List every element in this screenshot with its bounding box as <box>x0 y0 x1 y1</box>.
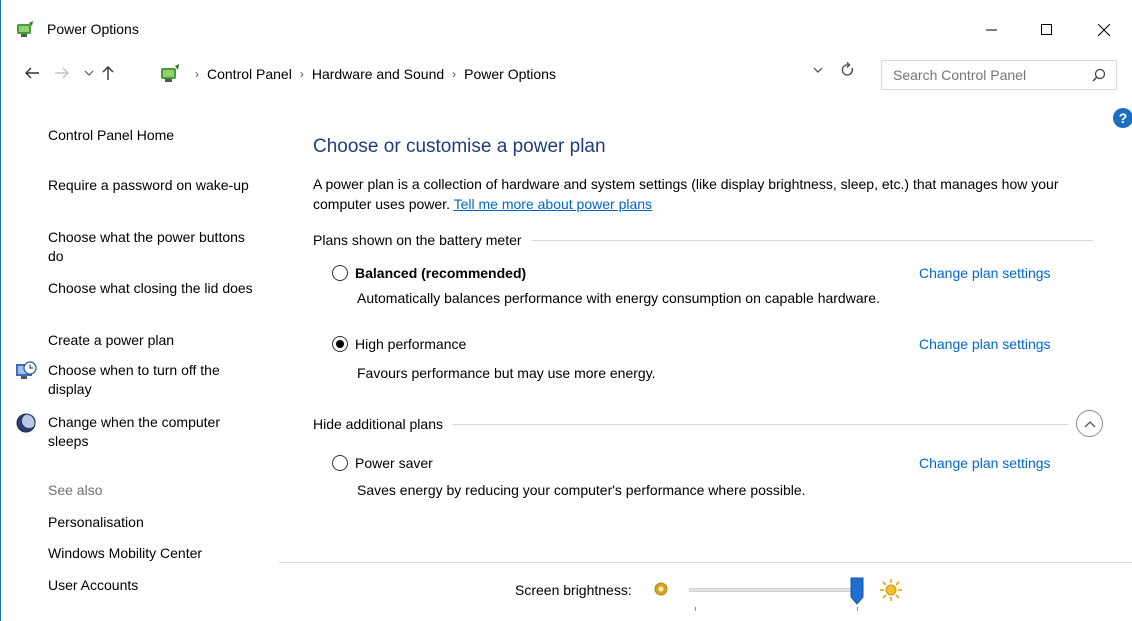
sleep-moon-icon <box>16 413 36 433</box>
bright-sun-icon <box>880 579 902 601</box>
address-row: › Control Panel › Hardware and Sound › P… <box>1 56 1132 92</box>
chevron-right-icon: › <box>299 67 304 81</box>
change-plan-settings-high-performance[interactable]: Change plan settings <box>919 336 1051 352</box>
window-title: Power Options <box>47 21 139 37</box>
collapse-plans-button[interactable] <box>1076 410 1103 437</box>
section-heading: Plans shown on the battery meter <box>313 232 522 248</box>
maximize-button[interactable] <box>1024 12 1070 48</box>
breadcrumb-hardware-and-sound[interactable]: Hardware and Sound <box>312 66 444 82</box>
mobility-center-link[interactable]: Windows Mobility Center <box>48 544 263 563</box>
slider-tick <box>857 607 858 611</box>
refresh-icon <box>841 62 854 76</box>
plan-description-power-saver: Saves energy by reducing your computer's… <box>357 482 806 498</box>
search-box[interactable] <box>881 60 1117 90</box>
page-description: A power plan is a collection of hardware… <box>313 174 1103 214</box>
back-arrow-icon <box>25 67 39 79</box>
slider-tick <box>695 607 696 611</box>
plan-name-high-performance[interactable]: High performance <box>355 336 466 352</box>
forward-arrow-icon <box>55 67 69 79</box>
brightness-bar: Screen brightness: <box>279 562 1132 621</box>
address-bar[interactable]: › Control Panel › Hardware and Sound › P… <box>153 59 869 89</box>
power-options-window: Power Options › Control Panel › Hardware… <box>0 0 1132 621</box>
close-button[interactable] <box>1081 12 1127 48</box>
title-bar: Power Options <box>1 0 1132 48</box>
page-title: Choose or customise a power plan <box>313 136 606 157</box>
brightness-slider[interactable] <box>689 588 859 592</box>
help-icon[interactable]: ? <box>1113 108 1132 128</box>
dim-brightness-icon <box>654 582 668 596</box>
maximize-icon <box>1041 24 1052 35</box>
close-icon <box>1098 24 1110 36</box>
require-password-link[interactable]: Require a password on wake-up <box>48 176 263 195</box>
additional-plans-section-header: Hide additional plans <box>313 416 1068 432</box>
radio-high-performance[interactable] <box>332 336 348 352</box>
turn-off-display-link[interactable]: Choose when to turn off the display <box>48 361 263 399</box>
radio-power-saver[interactable] <box>332 455 348 471</box>
plan-description-high-performance: Favours performance but may use more ene… <box>357 365 656 381</box>
forward-button[interactable] <box>51 62 73 84</box>
up-arrow-icon <box>102 66 114 80</box>
divider <box>452 423 1068 425</box>
search-icon <box>1092 68 1106 82</box>
learn-more-link[interactable]: Tell me more about power plans <box>454 196 652 212</box>
closing-lid-link[interactable]: Choose what closing the lid does <box>48 279 263 298</box>
search-input[interactable] <box>893 67 1073 83</box>
refresh-button[interactable] <box>841 62 855 82</box>
address-dropdown-button[interactable] <box>813 66 823 77</box>
change-plan-settings-balanced[interactable]: Change plan settings <box>919 265 1051 281</box>
control-panel-icon <box>161 64 179 82</box>
description-text: A power plan is a collection of hardware… <box>313 176 1059 212</box>
display-timer-icon <box>16 361 37 379</box>
breadcrumb-control-panel[interactable]: Control Panel <box>207 66 292 82</box>
section-heading: Hide additional plans <box>313 416 443 432</box>
change-plan-settings-power-saver[interactable]: Change plan settings <box>919 455 1051 471</box>
plan-description-balanced: Automatically balances performance with … <box>357 290 880 306</box>
minimize-icon <box>986 29 997 31</box>
control-panel-home-link[interactable]: Control Panel Home <box>48 126 263 145</box>
power-options-icon <box>17 21 33 37</box>
computer-sleeps-link[interactable]: Change when the computer sleeps <box>48 413 263 451</box>
plan-name-balanced[interactable]: Balanced (recommended) <box>355 265 526 281</box>
chevron-right-icon: › <box>452 67 457 81</box>
radio-balanced[interactable] <box>332 265 348 281</box>
chevron-up-icon <box>1084 420 1095 427</box>
power-buttons-link[interactable]: Choose what the power buttons do <box>48 228 263 266</box>
screen-brightness-label: Screen brightness: <box>515 582 632 598</box>
up-button[interactable] <box>97 62 119 84</box>
battery-meter-section-header: Plans shown on the battery meter <box>313 232 1093 248</box>
user-accounts-link[interactable]: User Accounts <box>48 576 263 595</box>
chevron-down-icon <box>813 67 823 73</box>
brightness-slider-thumb[interactable] <box>850 577 864 605</box>
personalisation-link[interactable]: Personalisation <box>48 513 263 532</box>
plan-name-power-saver[interactable]: Power saver <box>355 455 433 471</box>
create-power-plan-link[interactable]: Create a power plan <box>48 331 263 350</box>
breadcrumb-power-options[interactable]: Power Options <box>464 66 556 82</box>
back-button[interactable] <box>21 62 43 84</box>
chevron-right-icon: › <box>195 67 199 81</box>
see-also-heading: See also <box>48 482 103 498</box>
divider <box>531 239 1093 241</box>
chevron-down-icon <box>84 70 94 76</box>
minimize-button[interactable] <box>969 12 1015 48</box>
